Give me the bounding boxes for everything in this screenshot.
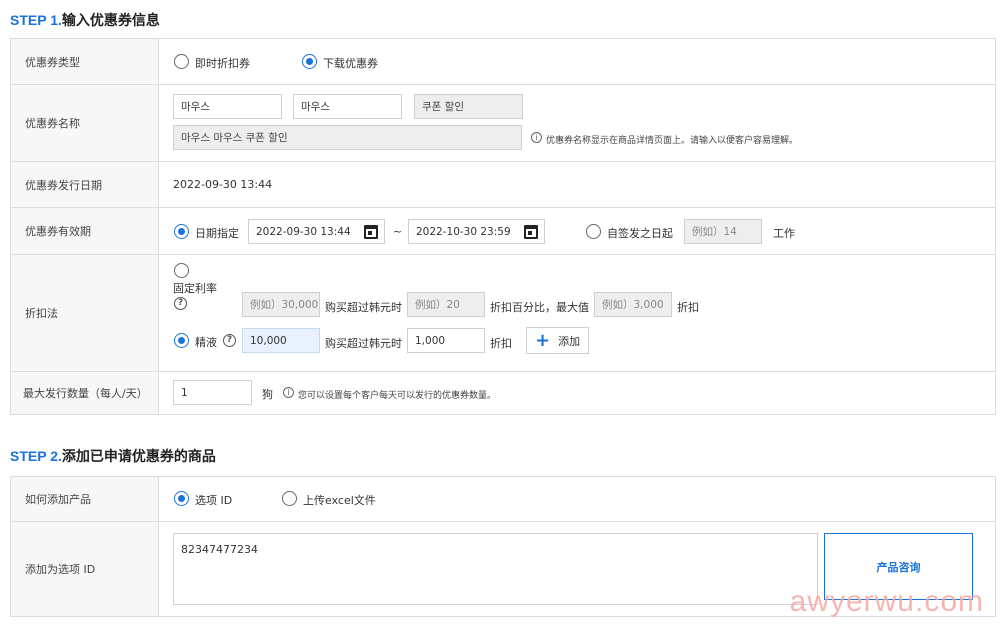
coupon-name-label: 优惠券名称	[11, 85, 159, 161]
exact-discount-text: 折扣	[490, 337, 512, 350]
fixed-rate-radio[interactable]	[174, 263, 189, 278]
coupon-info-form: 优惠券类型 即时折扣券 下载优惠券 优惠券名称 마우스 마우스 쿠폰 할인 마우…	[10, 38, 996, 415]
max-issue-unit: 狗	[262, 388, 273, 401]
add-discount-button[interactable]: + 添加	[526, 327, 590, 354]
rate-percent-input[interactable]: 例如）20	[407, 292, 485, 317]
coupon-name-field-1[interactable]: 마우스	[173, 94, 282, 119]
coupon-name-row: 优惠券名称 마우스 마우스 쿠폰 할인 마우스 마우스 쿠폰 할인 i 优惠券名…	[11, 85, 995, 162]
rate-buy-text: 购买超过韩元时	[325, 301, 402, 314]
download-coupon-radio[interactable]	[302, 54, 317, 69]
coupon-name-field-3: 쿠폰 할인	[414, 94, 523, 119]
discount-method-row: 折扣法 固定利率 ? 例如）30,000 购买超过韩元时 例如）20 折扣百分比…	[11, 255, 995, 372]
end-date-value: 2022-10-30 23:59	[416, 225, 511, 238]
step2-number: STEP 2.	[10, 448, 62, 464]
coupon-type-row: 优惠券类型 即时折扣券 下载优惠券	[11, 39, 995, 85]
info-icon: i	[283, 387, 294, 398]
add-discount-label: 添加	[558, 334, 581, 348]
step2-title-text: 添加已申请优惠券的商品	[61, 449, 216, 465]
exact-min-amount-input[interactable]: 10,000	[242, 328, 320, 353]
validity-label: 优惠券有效期	[11, 208, 159, 254]
coupon-name-hint: 优惠券名称显示在商品详情页面上。请输入以便客户容易理解。	[546, 136, 799, 146]
max-issue-row: 最大发行数量（每人/天） 1 狗 i 您可以设置每个客户每天可以发行的优惠券数量…	[11, 372, 995, 415]
date-range-separator: ~	[393, 225, 403, 238]
max-issue-input[interactable]: 1	[173, 380, 252, 405]
option-id-radio[interactable]	[174, 491, 189, 506]
instant-discount-label: 即时折扣券	[195, 57, 250, 70]
discount-method-label: 折扣法	[11, 255, 159, 371]
calendar-icon[interactable]	[364, 225, 378, 239]
max-issue-label: 最大发行数量（每人/天）	[11, 372, 159, 414]
date-specify-label: 日期指定	[195, 227, 239, 240]
days-unit: 工作	[773, 227, 795, 240]
plus-icon: +	[535, 329, 551, 351]
step1-title: STEP 1.输入优惠券信息	[10, 10, 160, 30]
exact-radio[interactable]	[174, 333, 189, 348]
rate-percent-text: 折扣百分比，最大值	[490, 301, 589, 314]
date-specify-radio[interactable]	[174, 224, 189, 239]
from-issue-label: 自签发之日起	[607, 227, 673, 240]
step1-title-text: 输入优惠券信息	[61, 13, 160, 29]
fixed-rate-label: 固定利率	[173, 282, 217, 295]
rate-min-amount-input[interactable]: 例如）30,000	[242, 292, 320, 317]
issue-date-value: 2022-09-30 13:44	[173, 178, 273, 191]
instant-discount-radio[interactable]	[174, 54, 189, 69]
how-add-row: 如何添加产品 选项 ID 上传excel文件	[11, 477, 995, 522]
watermark: awyerwu.com	[789, 585, 984, 618]
coupon-type-label: 优惠券类型	[11, 39, 159, 84]
issue-date-row: 优惠券发行日期 2022-09-30 13:44	[11, 162, 995, 208]
step2-title: STEP 2.添加已申请优惠券的商品	[10, 446, 216, 466]
option-id-label: 选项 ID	[195, 494, 233, 507]
exact-buy-text: 购买超过韩元时	[325, 337, 402, 350]
rate-discount-text: 折扣	[677, 301, 699, 314]
info-icon: i	[531, 132, 542, 143]
step1-number: STEP 1.	[10, 12, 62, 28]
max-issue-hint: 您可以设置每个客户每天可以发行的优惠券数量。	[298, 391, 497, 401]
option-id-textarea[interactable]: 82347477234	[173, 533, 818, 605]
download-coupon-label: 下载优惠券	[323, 57, 378, 70]
how-add-label: 如何添加产品	[11, 477, 159, 521]
coupon-name-combined: 마우스 마우스 쿠폰 할인	[173, 125, 522, 150]
help-icon[interactable]: ?	[223, 334, 236, 347]
from-issue-radio[interactable]	[586, 224, 601, 239]
excel-upload-label: 上传excel文件	[303, 494, 376, 507]
start-date-value: 2022-09-30 13:44	[256, 225, 351, 238]
add-ids-label: 添加为选项 ID	[11, 522, 159, 616]
excel-upload-radio[interactable]	[282, 491, 297, 506]
days-input[interactable]: 例如）14	[684, 219, 762, 244]
issue-date-label: 优惠券发行日期	[11, 162, 159, 207]
validity-row: 优惠券有效期 日期指定 2022-09-30 13:44 ~ 2022-10-3…	[11, 208, 995, 255]
calendar-icon[interactable]	[524, 225, 538, 239]
exact-amount-input[interactable]: 1,000	[407, 328, 485, 353]
coupon-name-field-2[interactable]: 마우스	[293, 94, 402, 119]
exact-label: 精液	[195, 336, 217, 349]
rate-max-input[interactable]: 例如）3,000	[594, 292, 672, 317]
help-icon[interactable]: ?	[174, 297, 187, 310]
